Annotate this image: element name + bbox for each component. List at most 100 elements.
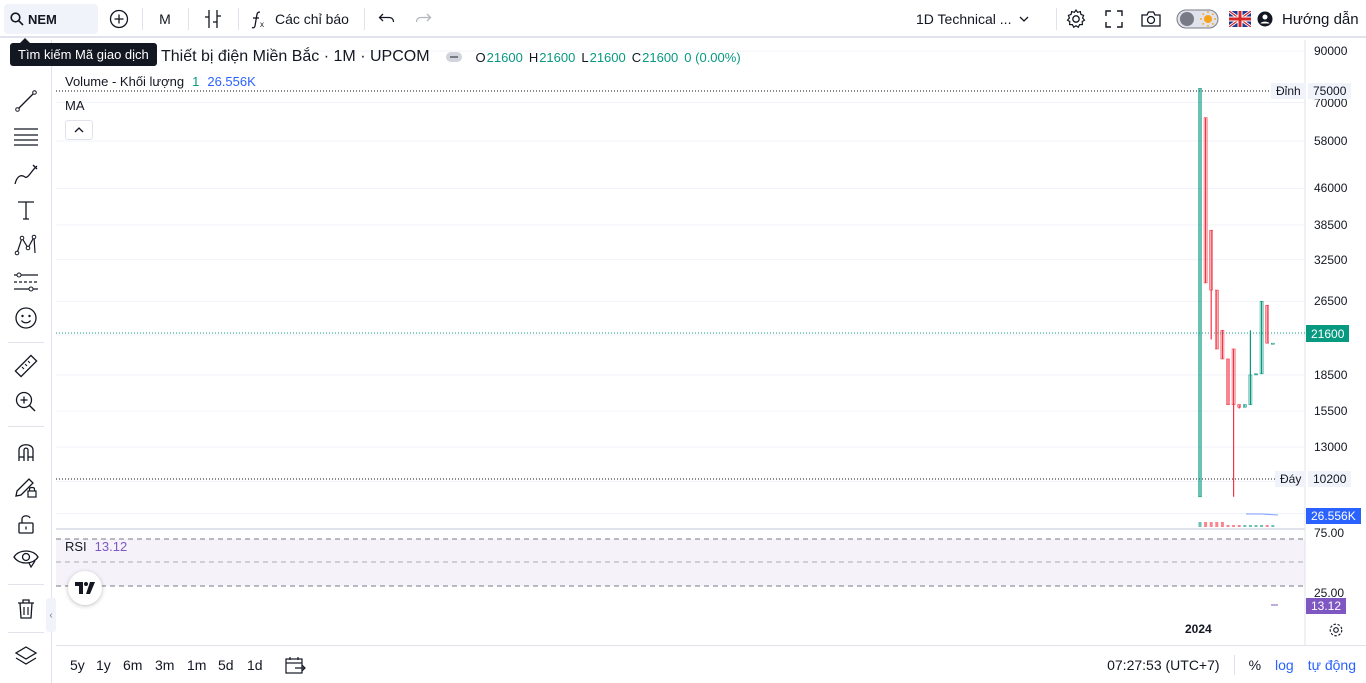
last-price-tag: 21600 — [1306, 325, 1350, 342]
rsi-value: 13.12 — [94, 539, 128, 554]
zoom-in-tool[interactable] — [10, 386, 42, 418]
volume-legend[interactable]: Volume - Khối lượng 1 26.556K — [65, 74, 256, 89]
theme-toggle[interactable] — [1176, 0, 1220, 38]
range-button-3m[interactable]: 3m — [155, 646, 174, 683]
chart-canvas[interactable] — [56, 40, 1366, 645]
volume-bar — [1215, 522, 1219, 527]
pattern-icon — [14, 234, 37, 256]
compare-symbol-button[interactable] — [106, 0, 132, 38]
pattern-tool[interactable] — [10, 229, 42, 261]
stay-in-drawing-mode[interactable] — [10, 471, 42, 503]
language-button[interactable] — [1229, 0, 1251, 38]
collapse-toolbar-handle[interactable]: ‹ — [46, 598, 56, 632]
candle — [1265, 304, 1269, 344]
volume-bar — [1220, 522, 1224, 527]
ruler-icon — [14, 354, 38, 378]
range-button-1m[interactable]: 1m — [187, 646, 206, 683]
candle-body — [1271, 342, 1275, 345]
brush-icon — [14, 164, 38, 185]
open-value: 21600 — [486, 49, 523, 65]
bottom-right-controls: 07:27:53 (UTC+7) % log tự động — [1107, 646, 1356, 683]
chart-type-button[interactable] — [198, 0, 228, 38]
axis-settings-button[interactable] — [1328, 622, 1344, 643]
undo-button[interactable] — [374, 0, 400, 38]
settings-button[interactable] — [1062, 0, 1090, 38]
brush-tool[interactable] — [10, 158, 42, 190]
candle — [1220, 330, 1225, 360]
chevron-left-icon: ‹ — [49, 609, 53, 621]
ma-legend[interactable]: MA — [65, 98, 85, 113]
volume-value: 26.556K — [207, 74, 256, 89]
market-status-icon — [445, 52, 462, 62]
volume-bar — [1209, 522, 1213, 527]
svg-text:x: x — [260, 20, 264, 29]
range-button-5d[interactable]: 5d — [218, 646, 234, 683]
fib-tool[interactable] — [10, 121, 42, 153]
volume-bar — [1226, 525, 1230, 527]
magnet-tool[interactable] — [10, 436, 42, 468]
measure-tool[interactable] — [10, 350, 42, 382]
uk-flag-icon — [1229, 11, 1251, 27]
low-key: L — [581, 49, 589, 65]
indicators-button[interactable]: x Các chỉ báo — [248, 0, 354, 38]
eye-icon — [13, 550, 39, 569]
candle — [1248, 330, 1253, 405]
rsi-legend[interactable]: RSI 13.12 — [65, 539, 127, 554]
price-axis-label: 13000 — [1314, 440, 1348, 455]
auto-scale-toggle[interactable]: tự động — [1308, 657, 1356, 673]
text-icon — [18, 201, 34, 220]
candle-body — [1198, 88, 1202, 498]
user-icon — [1257, 11, 1273, 27]
chevron-down-icon — [1020, 16, 1029, 22]
emoji-tool[interactable] — [10, 302, 42, 334]
fullscreen-button[interactable] — [1100, 0, 1128, 38]
layout-select[interactable]: 1D Technical ... — [916, 0, 1048, 38]
range-button-1y[interactable]: 1y — [96, 646, 111, 683]
high-key: H — [528, 49, 539, 65]
interval-button[interactable]: M — [152, 0, 178, 38]
price-axis-label: 15500 — [1314, 404, 1348, 419]
trend-line-icon — [15, 90, 37, 112]
range-button-6m[interactable]: 6m — [123, 646, 142, 683]
range-button-1d[interactable]: 1d — [247, 646, 263, 683]
help-button[interactable]: Hướng dẫn — [1257, 0, 1361, 38]
candle — [1237, 404, 1241, 409]
forecast-icon — [14, 272, 38, 292]
volume-bar — [1254, 525, 1258, 527]
candle-body — [1259, 301, 1264, 375]
redo-button[interactable] — [410, 0, 436, 38]
low-value: 21600 — [589, 49, 626, 65]
volume-bar — [1243, 525, 1247, 527]
tv-logo-icon — [75, 582, 95, 594]
price-grid — [56, 50, 1305, 514]
percent-toggle[interactable]: % — [1249, 657, 1261, 673]
lock-drawings[interactable] — [10, 508, 42, 540]
pencil-lock-icon — [15, 478, 37, 498]
smiley-icon — [15, 307, 37, 329]
clock[interactable]: 07:27:53 (UTC+7) — [1107, 657, 1219, 673]
text-tool[interactable] — [10, 194, 42, 226]
symbol-search-button[interactable]: NEM — [4, 4, 98, 34]
object-tree-button[interactable] — [10, 640, 42, 672]
rsi-label-upper: 75.00 — [1314, 526, 1345, 540]
snapshot-button[interactable] — [1137, 0, 1165, 38]
price-axis-label: 38500 — [1314, 217, 1348, 232]
remove-drawings[interactable] — [10, 593, 42, 625]
low-tag-label: Đáy — [1275, 471, 1307, 487]
legend-collapse-button[interactable] — [65, 120, 93, 140]
hide-drawings[interactable] — [10, 542, 42, 574]
log-toggle[interactable]: log — [1275, 657, 1294, 673]
unlock-icon — [18, 515, 34, 534]
candle-body — [1226, 358, 1230, 405]
candle — [1254, 373, 1258, 376]
candle-body — [1248, 374, 1253, 405]
prediction-tool[interactable] — [10, 266, 42, 298]
goto-date-button[interactable] — [284, 655, 306, 678]
close-key: C — [631, 49, 642, 65]
change-value: 0 (0.00%) — [684, 49, 741, 65]
range-button-5y[interactable]: 5y — [70, 646, 85, 683]
tradingview-logo[interactable] — [68, 571, 102, 605]
trend-line-tool[interactable] — [10, 85, 42, 117]
gear-icon — [1066, 8, 1086, 29]
symbol-title[interactable]: Thiết bị điện Miền Bắc · 1M · UPCOM — [161, 48, 430, 66]
